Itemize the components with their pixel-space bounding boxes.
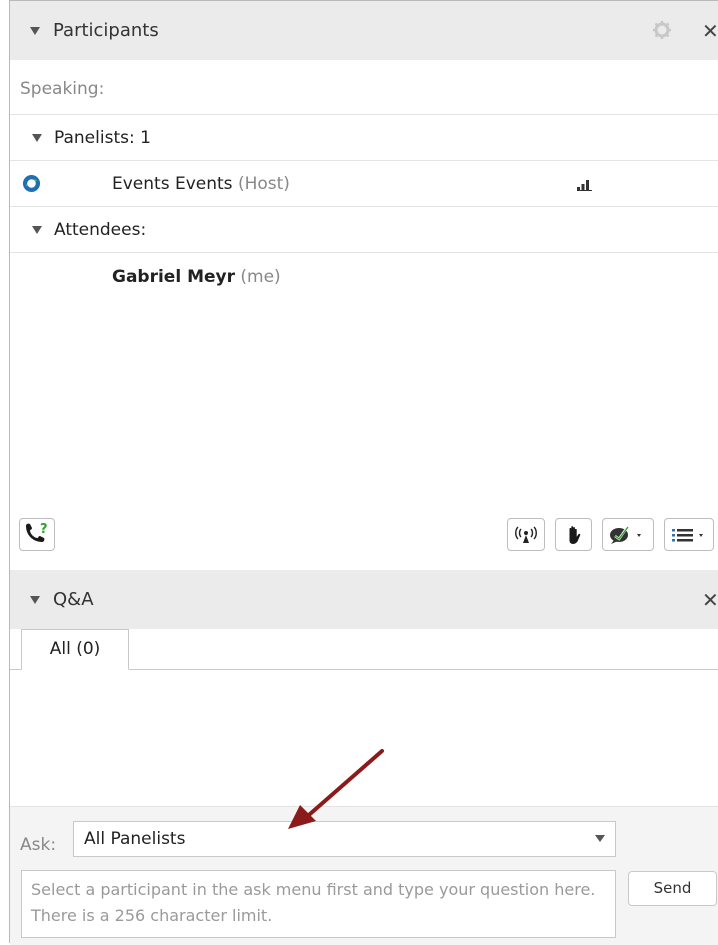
emoticon-menu-icon xyxy=(610,526,641,544)
svg-text:?: ? xyxy=(40,522,48,537)
collapse-caret-icon[interactable] xyxy=(30,26,40,35)
list-menu-icon xyxy=(672,528,703,541)
broadcast-button[interactable] xyxy=(507,518,545,551)
speaking-label: Speaking: xyxy=(20,78,105,99)
broadcast-icon xyxy=(515,526,537,543)
signal-bars-icon xyxy=(577,180,592,191)
host-role: (Host) xyxy=(237,173,290,194)
me-tag: (me) xyxy=(240,267,281,287)
ask-label: Ask: xyxy=(20,835,57,855)
participant-row-me[interactable]: Gabriel Meyr (me) xyxy=(112,267,281,287)
qa-header[interactable]: Q&A ✕ xyxy=(10,570,718,629)
host-avatar-icon xyxy=(22,174,41,193)
attendees-group[interactable]: Attendees: xyxy=(10,207,718,253)
host-name: Events Events xyxy=(112,173,233,194)
gear-icon[interactable] xyxy=(652,20,672,40)
participants-header[interactable]: Participants ✕ xyxy=(10,1,718,60)
phone-question-icon: ? xyxy=(26,522,48,542)
panelists-label: Panelists: 1 xyxy=(54,127,151,148)
send-button[interactable]: Send xyxy=(628,871,717,906)
host-name-line: Events Events (Host) xyxy=(112,174,290,194)
list-menu-button[interactable] xyxy=(664,518,714,551)
attendees-label: Attendees: xyxy=(54,219,147,240)
close-icon[interactable]: ✕ xyxy=(702,19,718,43)
attendees-caret-icon[interactable] xyxy=(32,225,42,234)
qa-tabbar: All (0) xyxy=(10,629,718,670)
panelists-caret-icon[interactable] xyxy=(32,133,42,142)
panelists-group[interactable]: Panelists: 1 xyxy=(10,115,718,161)
participants-title: Participants xyxy=(53,20,159,41)
ask-selected-value: All Panelists xyxy=(84,829,186,849)
speaking-row: Speaking: xyxy=(10,63,718,115)
qa-collapse-caret-icon[interactable] xyxy=(30,595,40,604)
emoticon-menu-button[interactable] xyxy=(602,518,654,551)
participant-row-host[interactable]: Events Events (Host) xyxy=(10,161,718,207)
annotation-arrow-icon xyxy=(288,749,384,829)
me-name: Gabriel Meyr xyxy=(112,267,235,287)
tab-all[interactable]: All (0) xyxy=(21,629,129,670)
raise-hand-icon xyxy=(569,525,580,544)
qa-title: Q&A xyxy=(53,589,94,610)
qa-close-icon[interactable]: ✕ xyxy=(702,588,718,612)
audio-connection-button[interactable]: ? xyxy=(19,518,55,551)
question-input[interactable]: Select a participant in the ask menu fir… xyxy=(21,870,616,938)
raise-hand-button[interactable] xyxy=(555,518,592,551)
chevron-down-icon xyxy=(595,835,605,842)
